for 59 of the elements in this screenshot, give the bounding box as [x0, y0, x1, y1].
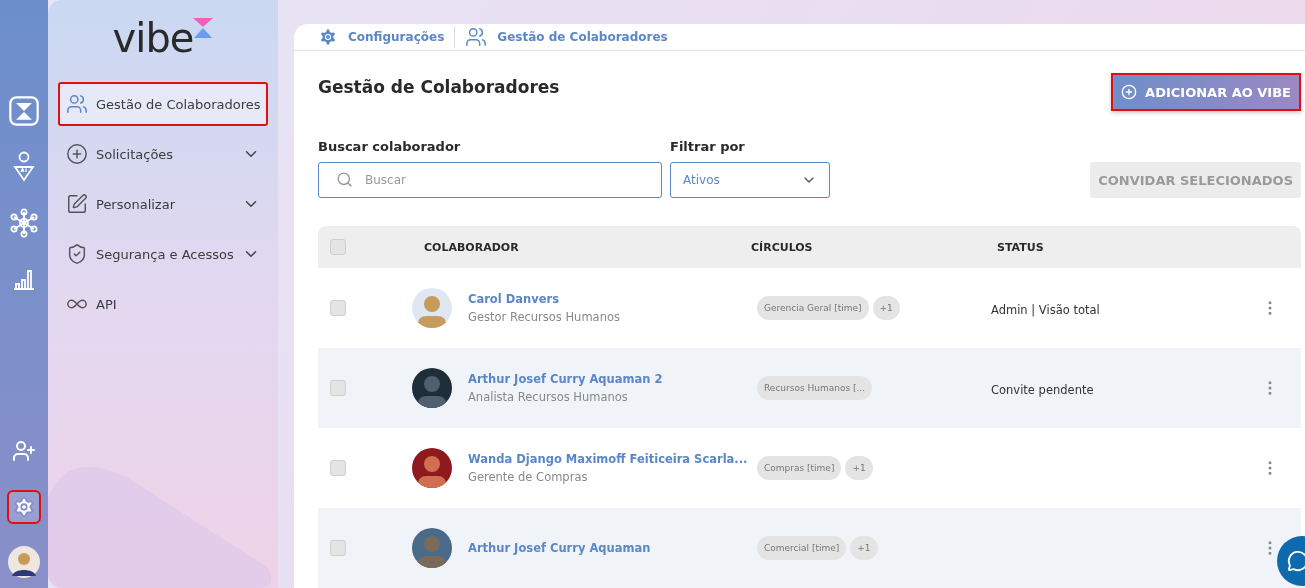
checkbox[interactable]	[330, 239, 346, 255]
network-icon	[9, 208, 39, 238]
add-user-icon	[12, 439, 36, 463]
person-name[interactable]: Arthur Josef Curry Aquaman	[468, 541, 651, 555]
settings-icon	[13, 496, 35, 518]
plus-circle-icon	[1121, 84, 1138, 100]
avatar	[412, 288, 452, 328]
status-text: Convite pendente	[991, 382, 1094, 397]
app-logo-icon	[9, 94, 39, 128]
checkbox[interactable]	[330, 460, 346, 476]
avatar	[412, 528, 452, 568]
nav-item[interactable]: Segurança e Acessos	[58, 232, 268, 276]
column-header: CÍRCULOS	[751, 240, 814, 254]
circle-tag: +1	[845, 456, 873, 480]
search-icon	[336, 171, 353, 188]
users-icon	[465, 26, 488, 48]
page-title: Gestão de Colaboradores	[318, 77, 560, 97]
person-role: Analista Recursos Humanos	[468, 390, 629, 404]
avatar	[412, 368, 452, 408]
avatar	[412, 448, 452, 488]
person-name[interactable]: Carol Danvers	[468, 292, 620, 306]
add-button[interactable]: ADICIONAR AO VIBE	[1111, 73, 1301, 111]
plus-circle-icon	[66, 143, 88, 165]
checkbox[interactable]	[330, 540, 346, 556]
bar-chart-icon	[12, 267, 36, 291]
person-role: Gestor Recursos Humanos	[468, 310, 620, 324]
nav-item[interactable]: Gestão de Colaboradores	[58, 82, 268, 126]
circle-tag: Recursos Humanos [...	[757, 376, 873, 400]
field-label: Buscar colaborador	[318, 139, 462, 154]
circle-tag: Compras [time]	[757, 456, 842, 480]
field-label: Filtrar por	[670, 139, 746, 154]
circle-tag: Comercial [time]	[757, 536, 847, 560]
person-name[interactable]: Arthur Josef Curry Aquaman 2	[468, 372, 663, 386]
person-role: Gerente de Compras	[468, 470, 589, 484]
ai-profile-icon	[11, 151, 37, 183]
logo-mark-icon	[193, 18, 214, 40]
column-header: COLABORADOR	[424, 240, 520, 254]
settings-icon	[318, 27, 338, 47]
filter-dropdown[interactable]: Ativos	[670, 162, 830, 198]
circle-tag: +1	[850, 536, 878, 560]
circle-tag: +1	[872, 296, 900, 320]
checkbox[interactable]	[330, 300, 346, 316]
breadcrumb-link[interactable]: Configurações	[348, 30, 445, 44]
user-avatar[interactable]	[8, 546, 40, 578]
nav-item[interactable]: Solicitações	[58, 132, 268, 176]
edit-icon	[66, 193, 88, 215]
column-header: STATUS	[997, 240, 1045, 254]
brand-logo: vibe	[112, 18, 194, 58]
chat-icon	[1287, 550, 1305, 572]
shield-icon	[66, 243, 88, 265]
person-name[interactable]: Wanda Django Maximoff Feiticeira Scarla...	[468, 452, 748, 466]
users-icon	[66, 93, 88, 115]
nav-item[interactable]: API	[58, 282, 268, 326]
nav-item[interactable]: Personalizar	[58, 182, 268, 226]
checkbox[interactable]	[330, 380, 346, 396]
search-field[interactable]: Buscar	[318, 162, 662, 198]
breadcrumb-link[interactable]: Gestão de Colaboradores	[497, 30, 668, 44]
status-text: Admin | Visão total	[991, 302, 1100, 317]
circle-tag: Gerencia Geral [time]	[757, 296, 869, 320]
